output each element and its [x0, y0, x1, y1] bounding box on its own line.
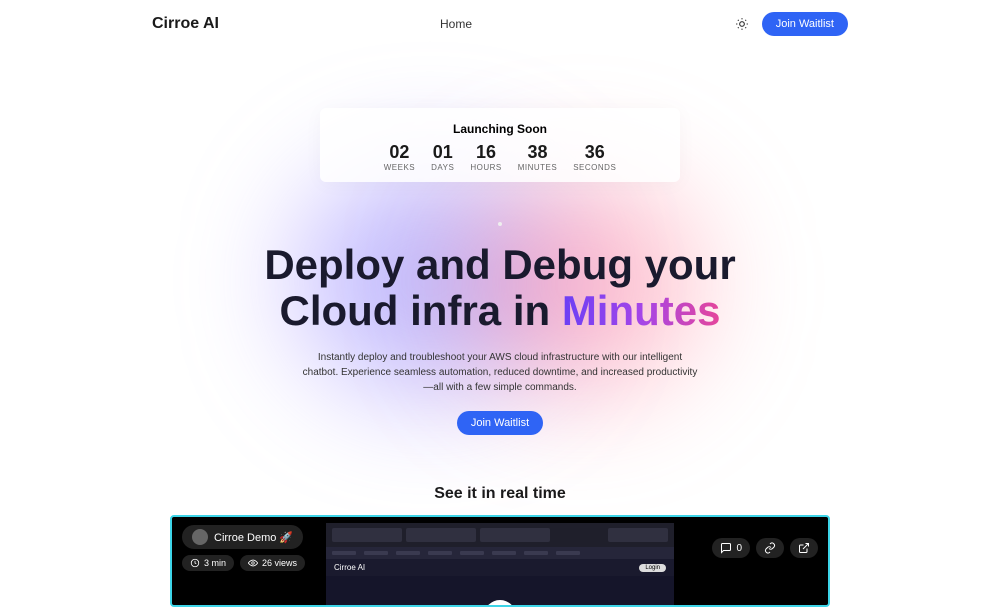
countdown-minutes-label: MINUTES: [518, 163, 558, 172]
video-comments-button[interactable]: 0: [712, 538, 750, 558]
countdown-days: 01 DAYS: [431, 142, 454, 172]
hero-title-accent: Minutes: [562, 287, 721, 334]
countdown-hours: 16 HOURS: [470, 142, 501, 172]
section-title: See it in real time: [0, 485, 1000, 503]
hero: Deploy and Debug your Cloud infra in Min…: [0, 242, 1000, 435]
countdown-hours-label: HOURS: [470, 163, 501, 172]
video-views-pill: 26 views: [240, 555, 305, 571]
countdown-row: 02 WEEKS 01 DAYS 16 HOURS 38 MINUTES 36 …: [350, 142, 650, 172]
countdown-weeks: 02 WEEKS: [384, 142, 415, 172]
mini-body: [326, 576, 674, 607]
hero-title-line2: Cloud infra in: [280, 287, 562, 334]
mini-content-header: Cirroe AI Login: [326, 559, 674, 576]
video-embed[interactable]: Cirroe AI Login Cirroe Demo 🚀 3 min 26 v…: [170, 515, 830, 607]
video-avatar-icon: [192, 529, 208, 545]
countdown-minutes-value: 38: [518, 142, 558, 163]
join-waitlist-button-hero[interactable]: Join Waitlist: [457, 411, 543, 435]
video-duration: 3 min: [204, 558, 226, 568]
countdown-minutes: 38 MINUTES: [518, 142, 558, 172]
video-title-pill[interactable]: Cirroe Demo 🚀: [182, 525, 303, 549]
video-duration-pill: 3 min: [182, 555, 234, 571]
external-icon: [798, 542, 810, 554]
mini-tab: [480, 528, 550, 542]
mini-tab: [332, 528, 402, 542]
decorative-dot: [498, 222, 502, 226]
clock-icon: [190, 558, 200, 568]
countdown-title: Launching Soon: [350, 122, 650, 136]
comment-icon: [720, 542, 732, 554]
video-comments-count: 0: [736, 543, 742, 554]
hero-title-line1: Deploy and Debug your: [264, 241, 735, 288]
video-title: Cirroe Demo 🚀: [214, 531, 293, 544]
mini-bookmark-row: [326, 547, 674, 559]
countdown-days-label: DAYS: [431, 163, 454, 172]
hero-title: Deploy and Debug your Cloud infra in Min…: [0, 242, 1000, 334]
mini-brand: Cirroe AI: [334, 563, 365, 572]
countdown-seconds: 36 SECONDS: [573, 142, 616, 172]
header: Cirroe AI Home Join Waitlist: [0, 0, 1000, 48]
mini-browser-tabs: [326, 523, 674, 547]
countdown-weeks-label: WEEKS: [384, 163, 415, 172]
mini-tab: [406, 528, 476, 542]
mini-login-badge: Login: [639, 564, 666, 572]
video-views: 26 views: [262, 558, 297, 568]
mini-tab: [608, 528, 668, 542]
countdown-seconds-value: 36: [573, 142, 616, 163]
countdown: Launching Soon 02 WEEKS 01 DAYS 16 HOURS…: [320, 108, 680, 182]
theme-toggle-icon[interactable]: [734, 16, 750, 32]
video-expand-button[interactable]: [790, 538, 818, 558]
link-icon: [764, 542, 776, 554]
countdown-seconds-label: SECONDS: [573, 163, 616, 172]
countdown-weeks-value: 02: [384, 142, 415, 163]
logo[interactable]: Cirroe AI: [152, 15, 219, 33]
countdown-days-value: 01: [431, 142, 454, 163]
nav-home[interactable]: Home: [440, 17, 472, 31]
video-link-button[interactable]: [756, 538, 784, 558]
hero-subtitle: Instantly deploy and troubleshoot your A…: [300, 350, 700, 395]
mini-play-circle: [484, 600, 516, 607]
countdown-hours-value: 16: [470, 142, 501, 163]
eye-icon: [248, 558, 258, 568]
join-waitlist-button-header[interactable]: Join Waitlist: [762, 12, 848, 36]
video-preview-browser: Cirroe AI Login: [326, 523, 674, 605]
header-actions: Join Waitlist: [734, 12, 848, 36]
